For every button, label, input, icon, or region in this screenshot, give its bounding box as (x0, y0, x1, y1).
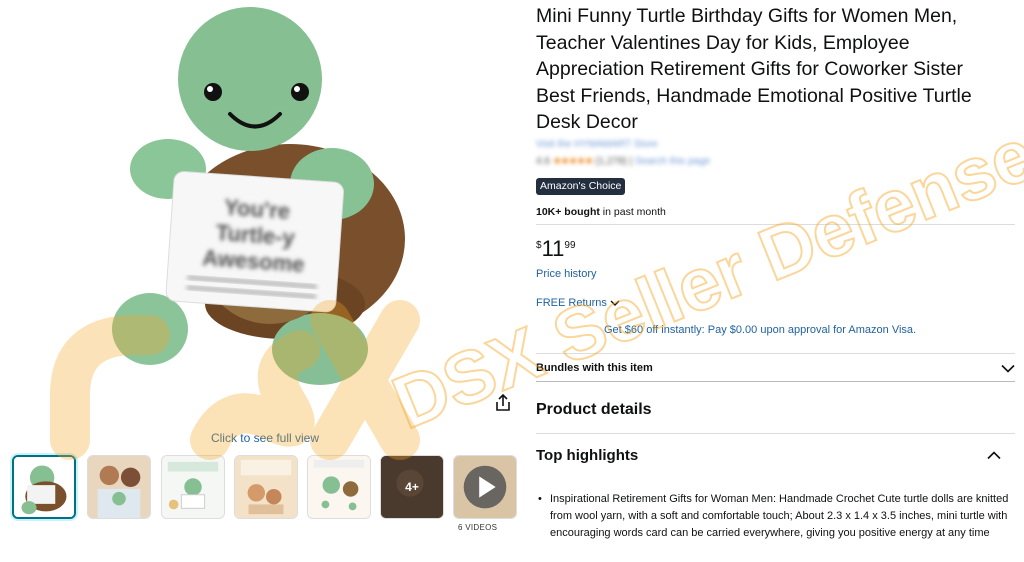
divider (536, 381, 1015, 382)
price-currency: $ (536, 240, 542, 251)
rating-count[interactable]: (1,278) (595, 156, 627, 167)
highlights-list: Inspirational Retirement Gifts for Woman… (536, 491, 1016, 542)
bundles-accordion[interactable]: Bundles with this item (536, 356, 1015, 380)
thumbnail-valentine-day-gifts[interactable] (234, 455, 298, 519)
bundles-label: Bundles with this item (536, 362, 653, 374)
turtle-illustration: You're Turtle-y Awesome (112, 7, 405, 385)
card-offer-link[interactable]: Get $60 off instantly: Pay $0.00 upon ap… (604, 324, 916, 336)
product-title: Mini Funny Turtle Birthday Gifts for Wom… (536, 5, 972, 133)
chevron-down-icon (610, 300, 620, 306)
card-text: You're (223, 195, 291, 225)
rating-stars-icon[interactable]: ★★★★★ (553, 156, 594, 167)
thumbnail-more-images[interactable]: 4+ (380, 455, 444, 519)
rating-value: 4.6 (536, 156, 550, 167)
full-view-link[interactable]: Click to see full view (0, 431, 530, 445)
divider (536, 433, 1015, 434)
amazons-choice-badge[interactable]: Amazon's Choice (536, 178, 626, 195)
rating-row: 4.6 ★★★★★ (1,278) | Search this page (536, 156, 711, 167)
list-item: Inspirational Retirement Gifts for Woman… (536, 491, 1016, 542)
thumbnail-retirement-gift[interactable] (161, 455, 225, 519)
thumbnail-turtle-main[interactable] (12, 455, 76, 519)
chevron-up-icon (987, 450, 1001, 459)
main-product-image[interactable]: You're Turtle-y Awesome (110, 4, 410, 400)
store-link[interactable]: Visit the HYMAMART Store (536, 139, 658, 150)
price-fraction: 99 (564, 240, 576, 251)
videos-count-label: 6 VIDEOS (458, 523, 498, 532)
thumbnail-video[interactable] (453, 455, 517, 519)
share-icon[interactable] (493, 393, 513, 413)
bought-count-rest: in past month (599, 206, 666, 218)
top-highlights-label: Top highlights (536, 446, 639, 464)
rating-search-link[interactable]: Search this page (635, 156, 710, 167)
free-returns-label: FREE Returns (536, 297, 607, 309)
thumbnail-person-with-turtle[interactable] (87, 455, 151, 519)
image-gallery: You're Turtle-y Awesome Click to see ful… (0, 0, 522, 562)
divider (536, 353, 1015, 354)
more-images-count: 4+ (405, 480, 419, 494)
free-returns-link[interactable]: FREE Returns (536, 297, 620, 309)
thumbnail-handmade-crochet-turtle[interactable] (307, 455, 371, 519)
bought-count: 10K+ bought in past month (536, 206, 666, 218)
product-details-heading: Product details (536, 401, 652, 418)
bought-count-bold: 10K+ bought (536, 206, 600, 218)
divider (536, 224, 1015, 225)
chevron-down-icon (1001, 364, 1015, 373)
top-highlights-accordion[interactable]: Top highlights (536, 444, 1015, 466)
price-history-link[interactable]: Price history (536, 268, 597, 280)
price: $1199 (536, 236, 576, 262)
price-whole: 11 (541, 236, 565, 261)
